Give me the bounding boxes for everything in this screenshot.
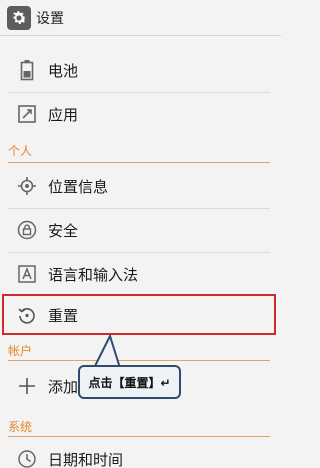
settings-item-label: 安全 xyxy=(48,221,79,240)
section-divider xyxy=(8,436,270,437)
reset-highlight-box xyxy=(2,294,276,335)
lock-icon xyxy=(16,219,38,241)
settings-item-label: 语言和输入法 xyxy=(48,265,139,284)
settings-item-battery[interactable]: 电池 xyxy=(0,54,281,86)
settings-item-label: 电池 xyxy=(48,61,79,80)
apps-icon xyxy=(16,103,38,125)
battery-icon xyxy=(16,59,38,81)
settings-item-language[interactable]: 语言和输入法 xyxy=(0,258,281,290)
callout-annotation: 点击【重置】↵ xyxy=(78,365,181,399)
settings-item-label: 位置信息 xyxy=(48,177,109,196)
location-icon xyxy=(16,175,38,197)
settings-item-label: 日期和时间 xyxy=(48,450,124,468)
settings-item-label: 添加 xyxy=(48,377,79,396)
settings-item-location[interactable]: 位置信息 xyxy=(0,170,281,202)
settings-item-datetime[interactable]: 日期和时间 xyxy=(0,444,281,468)
language-icon xyxy=(16,263,38,285)
settings-header: 设置 xyxy=(0,0,281,36)
gear-icon xyxy=(7,5,31,30)
settings-item-label: 应用 xyxy=(48,105,79,124)
divider xyxy=(8,208,270,209)
settings-item-apps[interactable]: 应用 xyxy=(0,98,281,130)
callout-text: 点击【重置】↵ xyxy=(88,375,171,390)
plus-icon xyxy=(16,375,38,397)
section-divider xyxy=(8,162,270,163)
clock-icon xyxy=(16,448,38,468)
settings-item-security[interactable]: 安全 xyxy=(0,214,281,246)
settings-screen: 设置 电池 应用 个人 位置信息 安全 语言和输入法 重置 帐户 添加 系统 日… xyxy=(0,0,281,468)
divider xyxy=(8,92,270,93)
page-title: 设置 xyxy=(36,10,64,27)
section-header-system: 系统 xyxy=(8,420,33,434)
section-header-personal: 个人 xyxy=(8,144,33,158)
divider xyxy=(8,252,270,253)
